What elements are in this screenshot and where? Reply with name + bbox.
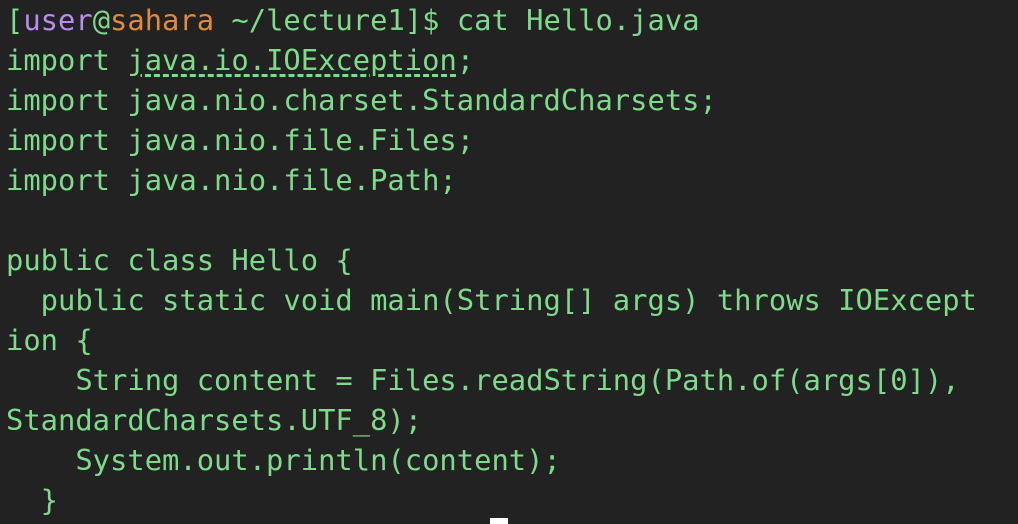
prompt-symbol: ]$ [404, 3, 457, 37]
prompt-command: cat Hello.java [456, 3, 700, 37]
prompt-line: [user@sahara ~/lecture1]$ cat Hello.java [6, 0, 1018, 40]
import-keyword: import [6, 43, 128, 77]
prompt-host: sahara [110, 3, 215, 37]
code-line-8: ion { [6, 323, 93, 357]
code-line-1: import java.io.IOException; [6, 40, 1018, 80]
code-line-3: import java.nio.file.Files; [6, 123, 475, 157]
terminal-cursor [490, 518, 508, 524]
code-line-6: public class Hello { [6, 243, 353, 277]
code-line-4: import java.nio.file.Path; [6, 163, 457, 197]
terminal-window[interactable]: [user@sahara ~/lecture1]$ cat Hello.java… [0, 0, 1018, 524]
code-line-11: System.out.println(content); [6, 443, 561, 477]
prompt-at: @ [92, 3, 111, 37]
code-line-7: public static void main(String[] args) t… [6, 283, 977, 317]
code-line-9: String content = Files.readString(Path.o… [6, 363, 960, 397]
code-line-10: StandardCharsets.UTF_8); [6, 403, 423, 437]
prompt-open-bracket: [ [6, 3, 24, 37]
statement-end: ; [456, 43, 475, 77]
prompt-dir: ~/lecture1 [214, 3, 405, 37]
code-line-2: import java.nio.charset.StandardCharsets… [6, 83, 717, 117]
code-line-12: } [6, 483, 59, 517]
prompt-user: user [23, 3, 93, 37]
underlined-package[interactable]: java.io.IOException [127, 43, 456, 77]
